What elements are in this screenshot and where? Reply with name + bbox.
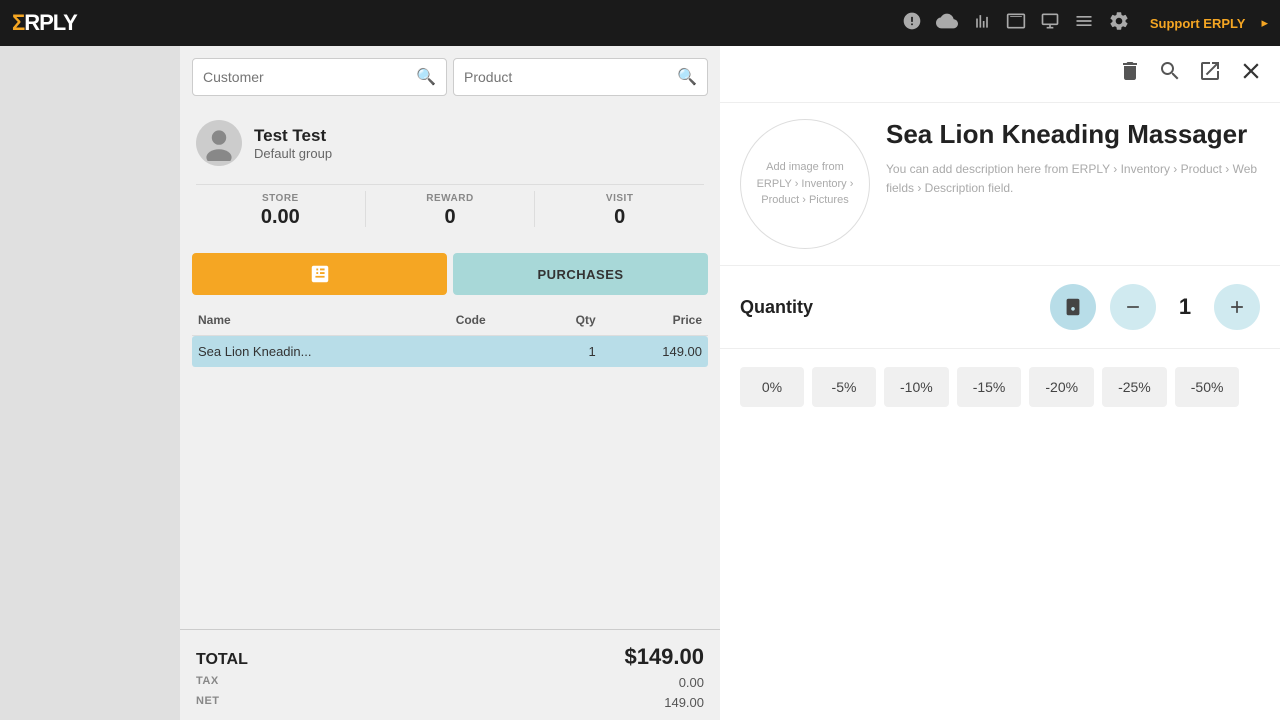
logo-text: RPLY: [24, 10, 77, 36]
visit-label: VISIT: [539, 193, 700, 204]
support-link[interactable]: Support ERPLY: [1150, 16, 1246, 31]
product-title: Sea Lion Kneading Massager: [886, 119, 1260, 150]
customer-name: Test Test: [254, 126, 332, 146]
tax-label: TAX: [196, 675, 219, 690]
monitor-icon[interactable]: [1040, 11, 1060, 36]
row-qty: 1: [536, 336, 602, 368]
row-price: 149.00: [602, 336, 708, 368]
row-name: Sea Lion Kneadin...: [192, 336, 450, 368]
screen-icon[interactable]: [1006, 11, 1026, 36]
avatar: [196, 120, 242, 166]
customer-card: Test Test Default group STORE 0.00 REWAR…: [180, 106, 720, 243]
receipt-table: Name Code Qty Price Sea Lion Kneadin... …: [180, 305, 720, 629]
customer-search-input[interactable]: [203, 69, 412, 85]
visit-stat: VISIT 0: [535, 185, 704, 233]
col-price: Price: [602, 305, 708, 336]
table-row[interactable]: Sea Lion Kneadin... 1 149.00: [192, 336, 708, 368]
menu-icon[interactable]: [1074, 11, 1094, 36]
alert-icon[interactable]: [902, 11, 922, 36]
discount-button[interactable]: -50%: [1175, 367, 1240, 407]
store-stat: STORE 0.00: [196, 185, 365, 233]
receipt-button[interactable]: [192, 253, 447, 295]
nav-icons: Support ERPLY ▸: [902, 10, 1268, 37]
search-bar: 🔍 🔍: [180, 46, 720, 106]
net-label: NET: [196, 695, 220, 710]
top-navigation: ΣRPLY Support ERPLY ▸: [0, 0, 1280, 46]
quantity-increase-button[interactable]: [1214, 284, 1260, 330]
external-link-icon[interactable]: [1198, 59, 1222, 89]
reward-stat: REWARD 0: [366, 185, 535, 233]
tax-value: 0.00: [679, 675, 704, 690]
product-search-input[interactable]: [464, 69, 673, 85]
store-label: STORE: [200, 193, 361, 204]
logo-sigma: Σ: [12, 10, 24, 36]
product-detail-header: [720, 46, 1280, 103]
product-image-text: Add image from ERPLY › Inventory › Produ…: [741, 149, 869, 219]
action-buttons: PURCHASES: [180, 243, 720, 305]
product-image-placeholder: Add image from ERPLY › Inventory › Produ…: [740, 119, 870, 249]
visit-value: 0: [539, 206, 700, 229]
discount-button[interactable]: -15%: [957, 367, 1022, 407]
discount-button[interactable]: -20%: [1029, 367, 1094, 407]
store-value: 0.00: [200, 206, 361, 229]
left-sidebar: [0, 46, 180, 720]
product-description: You can add description here from ERPLY …: [886, 160, 1260, 198]
product-search-icon: 🔍: [677, 67, 697, 87]
scale-button[interactable]: [1050, 284, 1096, 330]
total-section: TOTAL $149.00 TAX 0.00 NET 149.00: [180, 629, 720, 720]
cloud-icon[interactable]: [936, 10, 958, 37]
settings-icon[interactable]: [1108, 10, 1130, 37]
discount-button[interactable]: -25%: [1102, 367, 1167, 407]
product-text: Sea Lion Kneading Massager You can add d…: [886, 119, 1260, 198]
reward-label: REWARD: [370, 193, 531, 204]
customer-info: Test Test Default group: [196, 120, 704, 166]
quantity-decrease-button[interactable]: [1110, 284, 1156, 330]
discount-button[interactable]: -10%: [884, 367, 949, 407]
support-arrow: ▸: [1261, 15, 1268, 31]
quantity-value: 1: [1170, 294, 1200, 320]
discount-button[interactable]: -5%: [812, 367, 876, 407]
reward-value: 0: [370, 206, 531, 229]
search-icon[interactable]: [1158, 59, 1182, 89]
col-name: Name: [192, 305, 450, 336]
left-panel: 🔍 🔍 Test Test Default group STORE: [180, 46, 720, 720]
row-code: [450, 336, 536, 368]
app-logo: ΣRPLY: [12, 10, 77, 36]
quantity-section: Quantity 1: [720, 265, 1280, 349]
total-amount: $149.00: [624, 644, 704, 670]
net-value: 149.00: [664, 695, 704, 710]
col-code: Code: [450, 305, 536, 336]
discount-button[interactable]: 0%: [740, 367, 804, 407]
delete-icon[interactable]: [1118, 59, 1142, 89]
customer-group: Default group: [254, 146, 332, 161]
close-icon[interactable]: [1238, 58, 1264, 90]
product-info-section: Add image from ERPLY › Inventory › Produ…: [720, 103, 1280, 265]
chart-icon[interactable]: [972, 11, 992, 36]
product-search-wrap[interactable]: 🔍: [453, 58, 708, 96]
customer-search-icon: 🔍: [416, 67, 436, 87]
total-label: TOTAL: [196, 651, 248, 669]
discount-section: 0%-5%-10%-15%-20%-25%-50%: [720, 349, 1280, 425]
customer-stats: STORE 0.00 REWARD 0 VISIT 0: [196, 184, 704, 233]
right-panel: Add image from ERPLY › Inventory › Produ…: [720, 46, 1280, 720]
purchases-button[interactable]: PURCHASES: [453, 253, 708, 295]
customer-search-wrap[interactable]: 🔍: [192, 58, 447, 96]
col-qty: Qty: [536, 305, 602, 336]
quantity-label: Quantity: [740, 297, 1036, 318]
